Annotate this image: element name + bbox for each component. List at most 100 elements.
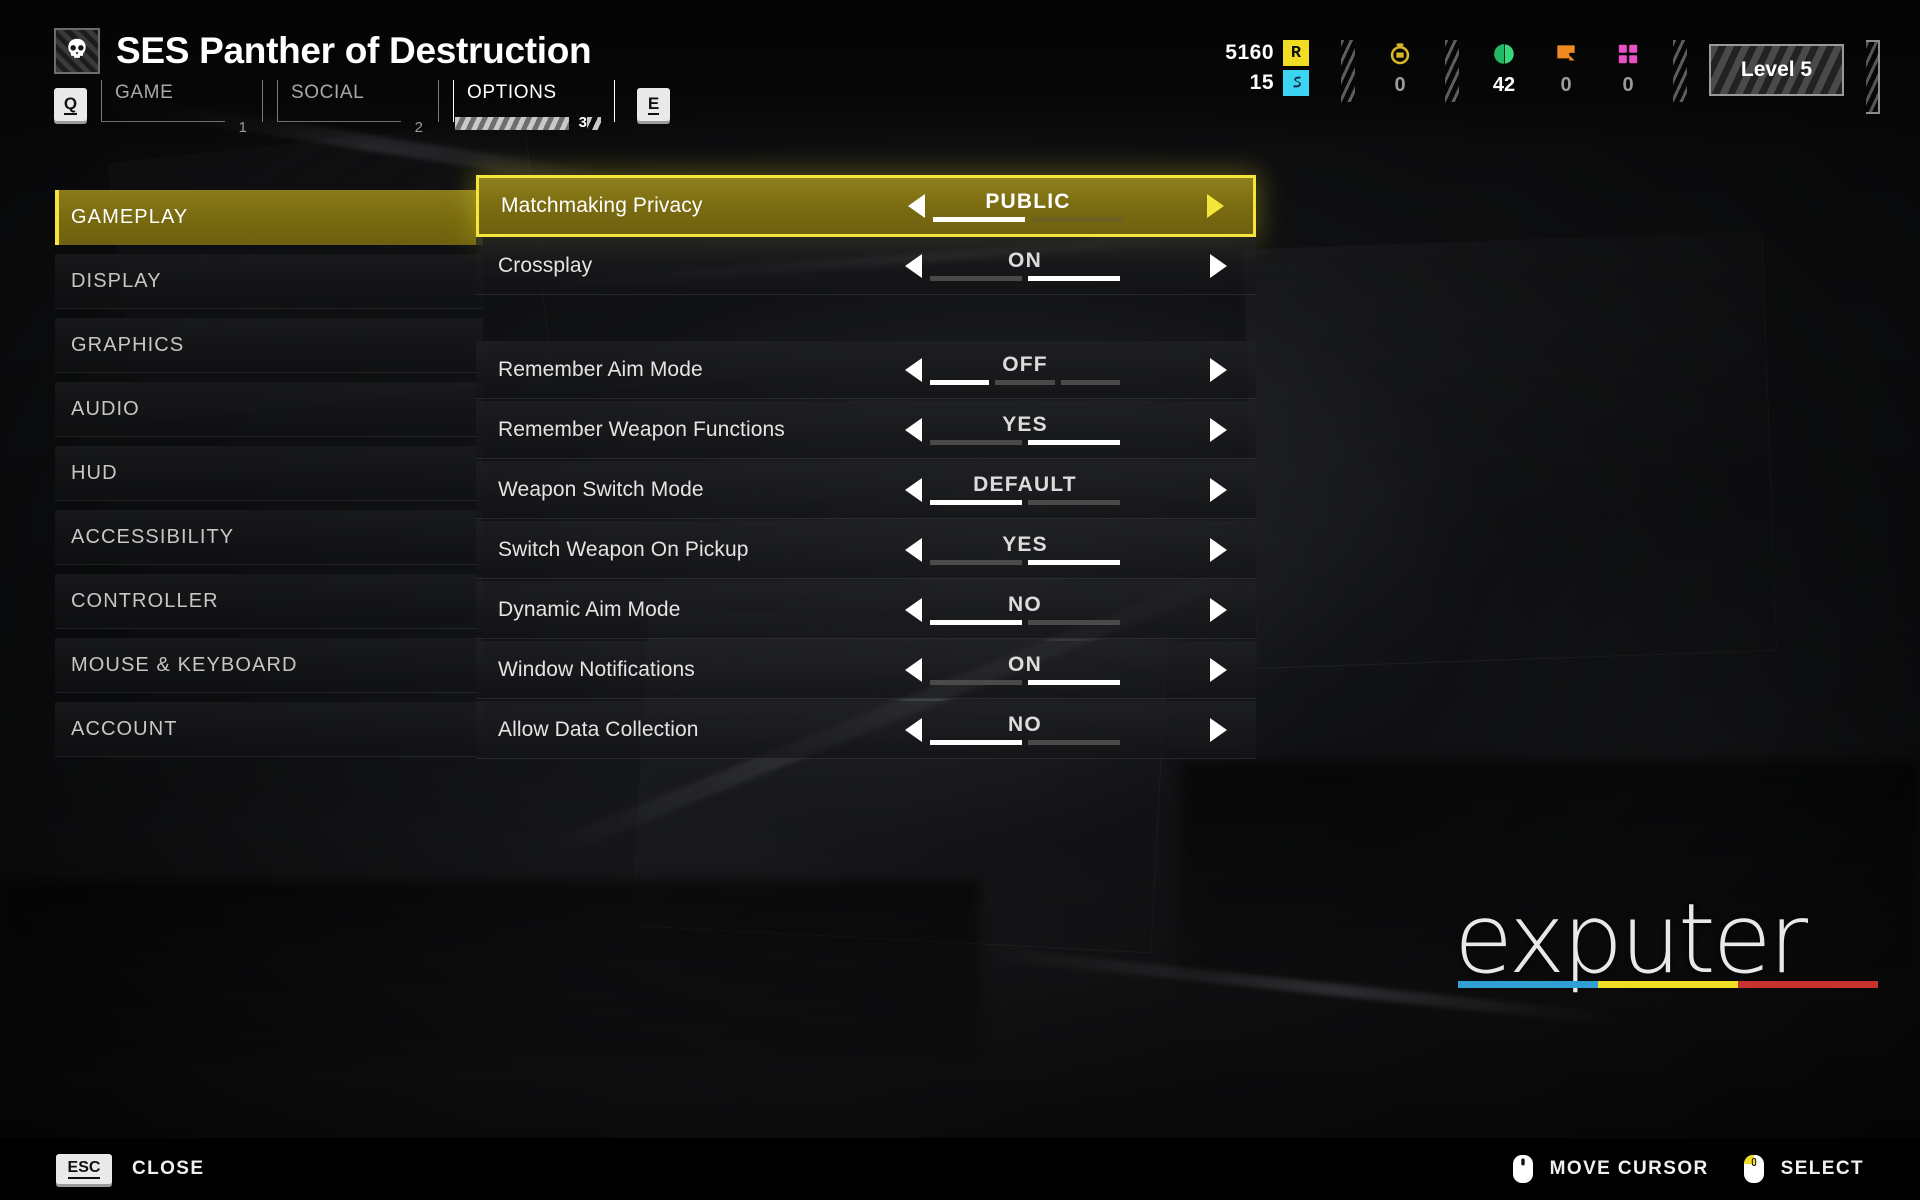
sidebar-item-account[interactable]: ACCOUNT xyxy=(55,702,483,757)
setting-value-group: PUBLIC xyxy=(933,191,1123,222)
background-shadow xyxy=(0,880,980,1060)
sidebar-item-display[interactable]: DISPLAY xyxy=(55,254,483,309)
requisition-chip-label: R xyxy=(1290,43,1302,63)
esc-key-label: ESC xyxy=(67,1159,101,1179)
tab-game[interactable]: GAME 1 xyxy=(101,80,263,136)
sidebar-item-label: CONTROLLER xyxy=(71,589,219,612)
setting-row[interactable]: Weapon Switch Mode DEFAULT xyxy=(476,461,1256,519)
setting-segment xyxy=(1028,560,1120,565)
sidebar-item-gameplay[interactable]: GAMEPLAY xyxy=(55,190,483,245)
setting-value-group: ON xyxy=(930,654,1120,685)
setting-segment xyxy=(930,740,1022,745)
arrow-right-icon[interactable] xyxy=(1202,357,1236,383)
tab-number: 1 xyxy=(238,119,247,136)
setting-segment-indicator xyxy=(930,500,1120,505)
setting-row[interactable]: Matchmaking Privacy PUBLIC xyxy=(476,175,1256,237)
setting-segment xyxy=(1028,500,1120,505)
settings-list: Matchmaking Privacy PUBLIC Crossplay ON Reme… xyxy=(476,175,1256,761)
setting-row[interactable]: Remember Weapon Functions YES xyxy=(476,401,1256,459)
top-bar: SES Panther of Destruction Q GAME 1 SOCI… xyxy=(0,0,1920,150)
setting-row[interactable]: Crossplay ON xyxy=(476,237,1256,295)
footer-bar: ESC CLOSE MOVE CURSOR SELECT xyxy=(0,1138,1920,1200)
setting-segment xyxy=(930,680,1022,685)
medals-row: 15 xyxy=(1225,70,1309,96)
arrow-right-icon[interactable] xyxy=(1202,717,1236,743)
setting-segment xyxy=(930,276,1022,281)
arrow-left-icon[interactable] xyxy=(896,717,930,743)
sidebar-item-label: HUD xyxy=(71,461,118,484)
sidebar-item-accessibility[interactable]: ACCESSIBILITY xyxy=(55,510,483,565)
close-hint[interactable]: ESC CLOSE xyxy=(56,1154,204,1184)
tab-options[interactable]: OPTIONS 3 xyxy=(453,80,615,132)
arrow-right-icon[interactable] xyxy=(1199,193,1233,219)
sidebar-item-hud[interactable]: HUD xyxy=(55,446,483,501)
setting-value-group: YES xyxy=(930,414,1120,445)
setting-value: YES xyxy=(1002,533,1048,556)
setting-row[interactable]: Window Notifications ON xyxy=(476,641,1256,699)
setting-row[interactable]: Remember Aim Mode OFF xyxy=(476,341,1256,399)
arrow-left-icon[interactable] xyxy=(896,597,930,623)
setting-label: Remember Weapon Functions xyxy=(498,417,785,441)
requisition-row: 5160 R xyxy=(1225,40,1309,66)
setting-row[interactable]: Dynamic Aim Mode NO xyxy=(476,581,1256,639)
prev-tab-key[interactable]: Q xyxy=(54,88,87,121)
arrow-left-icon[interactable] xyxy=(899,193,933,219)
setting-value: YES xyxy=(1002,413,1048,436)
setting-segment-indicator xyxy=(930,440,1120,445)
arrow-right-icon[interactable] xyxy=(1202,417,1236,443)
ship-name: SES Panther of Destruction xyxy=(116,30,592,71)
divider-hatch xyxy=(1341,40,1355,102)
setting-value: NO xyxy=(1008,713,1042,736)
special-sample-item: 0 xyxy=(1597,40,1659,97)
arrow-left-icon[interactable] xyxy=(896,477,930,503)
setting-value: NO xyxy=(1008,593,1042,616)
common-sample-icon xyxy=(1387,40,1413,68)
arrow-right-icon[interactable] xyxy=(1202,597,1236,623)
setting-segment xyxy=(930,500,1022,505)
arrow-left-icon[interactable] xyxy=(896,657,930,683)
sidebar-item-audio[interactable]: AUDIO xyxy=(55,382,483,437)
sidebar-item-mouse-keyboard[interactable]: MOUSE & KEYBOARD xyxy=(55,638,483,693)
setting-row[interactable]: Switch Weapon On Pickup YES xyxy=(476,521,1256,579)
sidebar-item-graphics[interactable]: GRAPHICS xyxy=(55,318,483,373)
super-sample-item: 0 xyxy=(1535,40,1597,97)
setting-value: PUBLIC xyxy=(985,189,1071,213)
level-badge: Level 5 xyxy=(1709,44,1844,96)
setting-label: Allow Data Collection xyxy=(498,717,699,741)
select-label: SELECT xyxy=(1780,1158,1864,1179)
setting-segment xyxy=(995,380,1055,385)
ship-identity: SES Panther of Destruction xyxy=(54,28,592,74)
prev-tab-key-label: Q xyxy=(63,93,78,115)
arrow-right-icon[interactable] xyxy=(1202,537,1236,563)
footer-hints: MOVE CURSOR SELECT xyxy=(1512,1154,1864,1184)
tab-hatch-tick xyxy=(587,117,601,130)
special-sample-icon xyxy=(1615,40,1641,68)
tab-bracket-right xyxy=(614,80,615,122)
setting-segment xyxy=(930,380,990,385)
watermark-text: exputer xyxy=(1454,882,1808,995)
tab-label: SOCIAL xyxy=(291,82,365,103)
tab-bracket-right xyxy=(262,80,263,122)
arrow-right-icon[interactable] xyxy=(1202,253,1236,279)
tab-social[interactable]: SOCIAL 2 xyxy=(277,80,439,136)
next-tab-key[interactable]: E xyxy=(637,88,670,121)
arrow-left-icon[interactable] xyxy=(896,537,930,563)
mouse-select-icon xyxy=(1743,1155,1764,1183)
mouse-move-icon xyxy=(1512,1155,1533,1183)
rare-sample-item: 42 xyxy=(1473,40,1535,97)
move-cursor-hint: MOVE CURSOR xyxy=(1512,1154,1709,1184)
arrow-right-icon[interactable] xyxy=(1202,477,1236,503)
esc-key-cap[interactable]: ESC xyxy=(56,1154,112,1184)
setting-segment xyxy=(1028,620,1120,625)
arrow-left-icon[interactable] xyxy=(896,253,930,279)
setting-value-group: NO xyxy=(930,594,1120,625)
arrow-left-icon[interactable] xyxy=(896,357,930,383)
setting-row[interactable]: Allow Data Collection NO xyxy=(476,701,1256,759)
tab-bracket-left xyxy=(277,80,278,122)
next-tab-key-label: E xyxy=(647,93,660,115)
arrow-left-icon[interactable] xyxy=(896,417,930,443)
arrow-right-icon[interactable] xyxy=(1202,657,1236,683)
sidebar-item-controller[interactable]: CONTROLLER xyxy=(55,574,483,629)
setting-label: Switch Weapon On Pickup xyxy=(498,537,749,561)
sidebar-item-label: ACCESSIBILITY xyxy=(71,525,235,548)
